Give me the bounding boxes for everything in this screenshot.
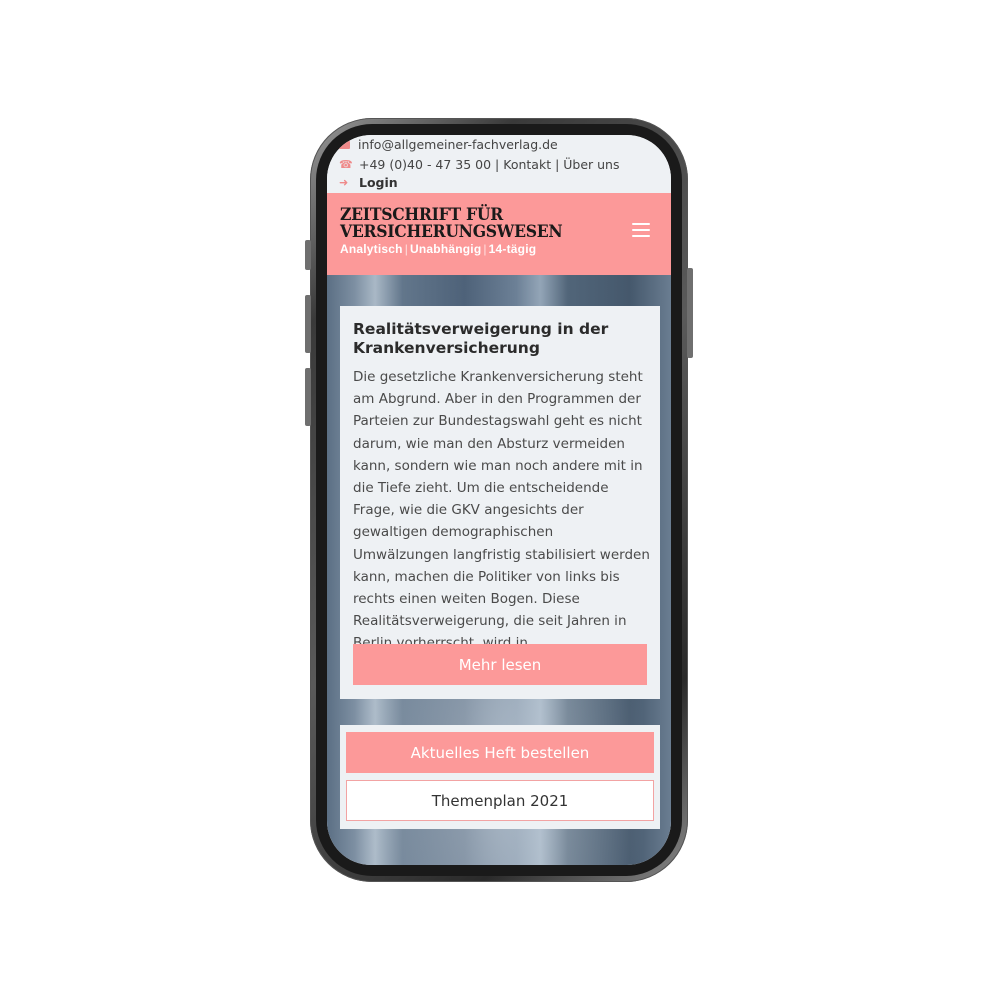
power-button <box>687 268 693 358</box>
email-link[interactable]: info@allgemeiner-fachverlag.de <box>358 137 558 152</box>
tagline: Analytisch | Unabhängig | 14-tägig <box>340 242 536 256</box>
article-title: Realitätsverweigerung in der Krankenvers… <box>353 320 609 357</box>
envelope-icon <box>339 140 350 149</box>
article-card: Realitätsverweigerung in der Krankenvers… <box>340 306 660 699</box>
email-row[interactable]: info@allgemeiner-fachverlag.de <box>339 137 558 152</box>
read-more-button[interactable]: Mehr lesen <box>353 644 647 685</box>
sign-in-icon: ➜ <box>339 175 349 189</box>
contact-links[interactable]: +49 (0)40 - 47 35 00 | Kontakt | Über un… <box>359 157 620 172</box>
login-row[interactable]: ➜ Login <box>339 175 398 190</box>
volume-up-button <box>305 295 311 353</box>
phone-screen: info@allgemeiner-fachverlag.de ☎ +49 (0)… <box>327 135 671 865</box>
article-excerpt: Die gesetzliche Krankenversicherung steh… <box>353 369 650 651</box>
tagline-separator: | <box>404 242 409 256</box>
hamburger-icon[interactable] <box>632 223 650 239</box>
tagline-analytisch: Analytisch <box>340 242 403 256</box>
mute-switch <box>305 240 311 270</box>
volume-down-button <box>305 368 311 426</box>
phone-icon: ☎ <box>339 157 353 171</box>
contact-bar: info@allgemeiner-fachverlag.de ☎ +49 (0)… <box>327 135 671 193</box>
tagline-unabhaengig: Unabhängig <box>410 242 482 256</box>
order-box: Aktuelles Heft bestellen Themenplan 2021 <box>340 725 660 829</box>
site-header: ZEITSCHRIFT FÜR VERSICHERUNGSWESEN Analy… <box>327 193 671 275</box>
order-issue-button[interactable]: Aktuelles Heft bestellen <box>346 732 654 773</box>
tagline-separator: | <box>483 242 487 256</box>
tagline-frequency: 14-tägig <box>488 242 537 256</box>
topic-plan-button[interactable]: Themenplan 2021 <box>346 780 654 821</box>
contact-row[interactable]: ☎ +49 (0)40 - 47 35 00 | Kontakt | Über … <box>339 157 620 172</box>
logo-line-2[interactable]: VERSICHERUNGSWESEN <box>340 222 563 242</box>
login-link[interactable]: Login <box>359 175 398 190</box>
